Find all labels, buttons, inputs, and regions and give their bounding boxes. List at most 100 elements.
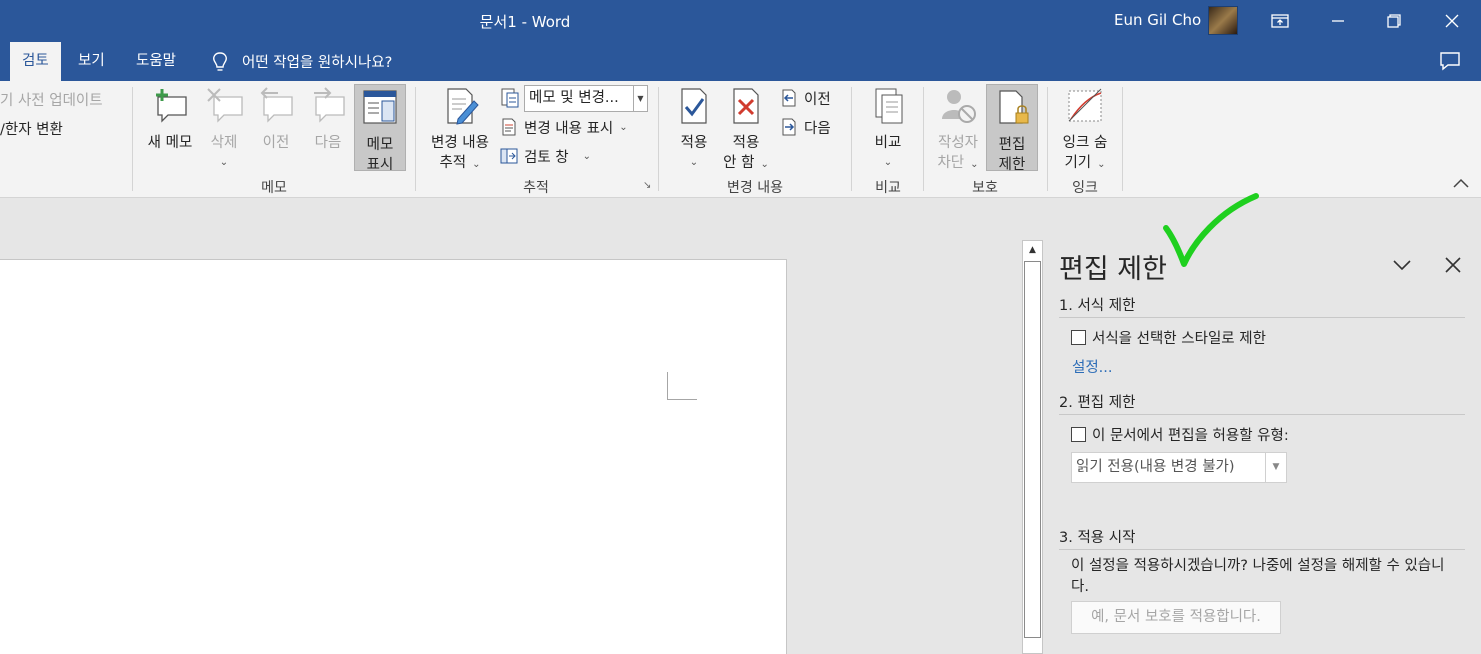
- previous-change-button[interactable]: 이전: [780, 86, 831, 110]
- avatar[interactable]: [1208, 6, 1238, 35]
- tell-me-text: 어떤 작업을 원하시나요?: [242, 55, 393, 71]
- tab-view[interactable]: 보기: [66, 42, 117, 81]
- reject-button[interactable]: 적용 안 함 ⌄: [720, 87, 772, 175]
- lightbulb-icon: [213, 51, 227, 71]
- show-markup-button[interactable]: 변경 내용 표시 ⌄: [500, 115, 628, 139]
- dialog-launcher-icon[interactable]: ↘: [643, 180, 651, 191]
- reviewing-pane-icon: [500, 148, 518, 164]
- group-label-changes: 변경 내용: [727, 180, 783, 196]
- block-authors-icon: [942, 90, 976, 123]
- thesaurus-update-button[interactable]: 기 사전 업데이트: [0, 89, 103, 110]
- editing-type-value: 읽기 전용(내용 변경 불가): [1076, 459, 1235, 475]
- hide-ink-button[interactable]: 잉크 숨 기기 ⌄: [1056, 87, 1114, 175]
- show-comments-label-1: 메모: [366, 137, 394, 153]
- close-window-button[interactable]: [1424, 0, 1480, 42]
- next-change-label: 다음: [804, 120, 831, 137]
- restrict-editing-icon: [999, 90, 1029, 124]
- restrict-editing-button[interactable]: 편집 제한: [986, 84, 1038, 173]
- vertical-scrollbar[interactable]: ▲: [1022, 240, 1043, 654]
- chevron-down-icon: ▼: [633, 86, 647, 111]
- pane-options-button[interactable]: [1390, 253, 1414, 277]
- display-for-review-select[interactable]: 메모 및 변경... ▼: [524, 85, 648, 112]
- start-enforcing-button[interactable]: 예, 문서 보호를 적용합니다.: [1071, 601, 1281, 634]
- previous-comment-button[interactable]: 이전: [252, 87, 300, 153]
- section-formatting-restrictions: 1. 서식 제한: [1059, 294, 1465, 318]
- editing-type-select[interactable]: 읽기 전용(내용 변경 불가) ▼: [1071, 452, 1287, 483]
- restore-button[interactable]: [1366, 0, 1422, 42]
- next-comment-icon: [314, 87, 345, 123]
- enforcement-note: 이 설정을 적용하시겠습니까? 나중에 설정을 해제할 수 있습니다.: [1071, 558, 1445, 595]
- group-separator: [132, 87, 133, 191]
- hanja-convert-button[interactable]: /한자 변환: [0, 118, 63, 139]
- compare-button[interactable]: 비교 ⌄: [862, 87, 914, 173]
- reject-label-1: 적용: [732, 135, 760, 151]
- scrollbar-thumb[interactable]: [1024, 261, 1041, 638]
- delete-comment-icon: [207, 88, 243, 123]
- editing-restriction-checkbox-row[interactable]: 이 문서에서 편집을 허용할 유형:: [1071, 424, 1289, 445]
- restore-icon: [1387, 14, 1401, 28]
- previous-change-icon: [782, 89, 796, 107]
- track-changes-label-1: 변경 내용: [431, 135, 489, 151]
- collapse-ribbon-button[interactable]: [1452, 177, 1470, 193]
- hide-ink-icon: [1068, 88, 1102, 122]
- next-change-button[interactable]: 다음: [780, 115, 831, 139]
- compare-icon: [875, 88, 903, 124]
- tab-review[interactable]: 검토: [10, 42, 61, 81]
- user-name[interactable]: Eun Gil Cho: [1114, 11, 1201, 29]
- pane-title: 편집 제한: [1059, 254, 1167, 285]
- tab-help[interactable]: 도움말: [124, 42, 188, 81]
- title-bar: 문서1 - Word Eun Gil Cho: [0, 0, 1481, 42]
- chevron-down-icon: [1393, 260, 1411, 271]
- next-comment-button[interactable]: 다음: [304, 87, 352, 153]
- close-icon: [1445, 257, 1461, 273]
- reviewing-pane-button[interactable]: 검토 창 ⌄: [500, 144, 591, 168]
- chevron-down-icon: ▼: [1265, 453, 1286, 482]
- tell-me-search[interactable]: 어떤 작업을 원하시나요?: [210, 42, 392, 81]
- chevron-down-icon: ⌄: [219, 157, 229, 168]
- compare-label: 비교: [874, 135, 902, 151]
- group-separator: [415, 87, 416, 191]
- delete-comment-label: 삭제: [210, 135, 238, 151]
- group-label-compare: 비교: [875, 180, 901, 196]
- section-start-enforcement: 3. 적용 시작: [1059, 526, 1465, 550]
- new-comment-button[interactable]: 새 메모: [142, 87, 198, 153]
- format-restriction-checkbox-row[interactable]: 서식을 선택한 스타일로 제한: [1071, 327, 1266, 348]
- format-restriction-label: 서식을 선택한 스타일로 제한: [1092, 331, 1266, 347]
- new-comment-label: 새 메모: [147, 135, 193, 151]
- format-restriction-checkbox[interactable]: [1071, 330, 1086, 345]
- window-title: 문서1 - Word: [479, 13, 571, 31]
- block-authors-button[interactable]: 작성자 차단 ⌄: [932, 87, 984, 175]
- group-separator: [923, 87, 924, 191]
- chevron-up-icon: [1453, 178, 1469, 188]
- hide-ink-label-2: 기기 ⌄: [1064, 155, 1106, 171]
- reviewing-pane-label: 검토 창: [524, 149, 569, 166]
- restrict-editing-label-2: 제한: [998, 157, 1026, 173]
- ribbon-display-icon: [1271, 14, 1289, 28]
- close-icon: [1445, 14, 1459, 28]
- show-comments-button[interactable]: 메모 표시: [354, 84, 406, 173]
- group-separator: [851, 87, 852, 191]
- editing-restriction-label: 이 문서에서 편집을 허용할 유형:: [1092, 428, 1289, 444]
- pane-close-button[interactable]: [1441, 253, 1465, 277]
- minimize-icon: [1332, 20, 1344, 22]
- ribbon: 기 사전 업데이트 /한자 변환 새 메모 삭제 ⌄ 이전 다음 메모 표시 메…: [0, 81, 1481, 198]
- accept-button[interactable]: 적용 ⌄: [668, 87, 720, 173]
- settings-link[interactable]: 설정...: [1072, 356, 1113, 377]
- ribbon-display-options-button[interactable]: [1252, 0, 1308, 42]
- delete-comment-button[interactable]: 삭제 ⌄: [200, 87, 248, 173]
- document-page[interactable]: [0, 259, 787, 654]
- comments-pane-button[interactable]: [1438, 50, 1466, 74]
- restrict-editing-pane: 편집 제한 1. 서식 제한 서식을 선택한 스타일로 제한 설정... 2. …: [1045, 198, 1481, 654]
- chevron-down-icon: ⌄: [689, 157, 699, 168]
- reject-icon: [733, 88, 759, 124]
- show-comments-icon: [363, 90, 397, 124]
- group-label-ink: 잉크: [1072, 180, 1098, 196]
- group-label-tracking: 추적: [523, 180, 549, 196]
- group-label-comments: 메모: [261, 180, 287, 196]
- ribbon-tab-row: 검토 보기 도움말 어떤 작업을 원하시나요?: [0, 42, 1481, 81]
- track-changes-button[interactable]: 변경 내용 추적 ⌄: [424, 87, 496, 175]
- editing-restriction-checkbox[interactable]: [1071, 427, 1086, 442]
- chevron-down-icon: ⌄: [883, 157, 893, 168]
- scroll-up-arrow-icon[interactable]: ▲: [1023, 241, 1042, 259]
- minimize-button[interactable]: [1310, 0, 1366, 42]
